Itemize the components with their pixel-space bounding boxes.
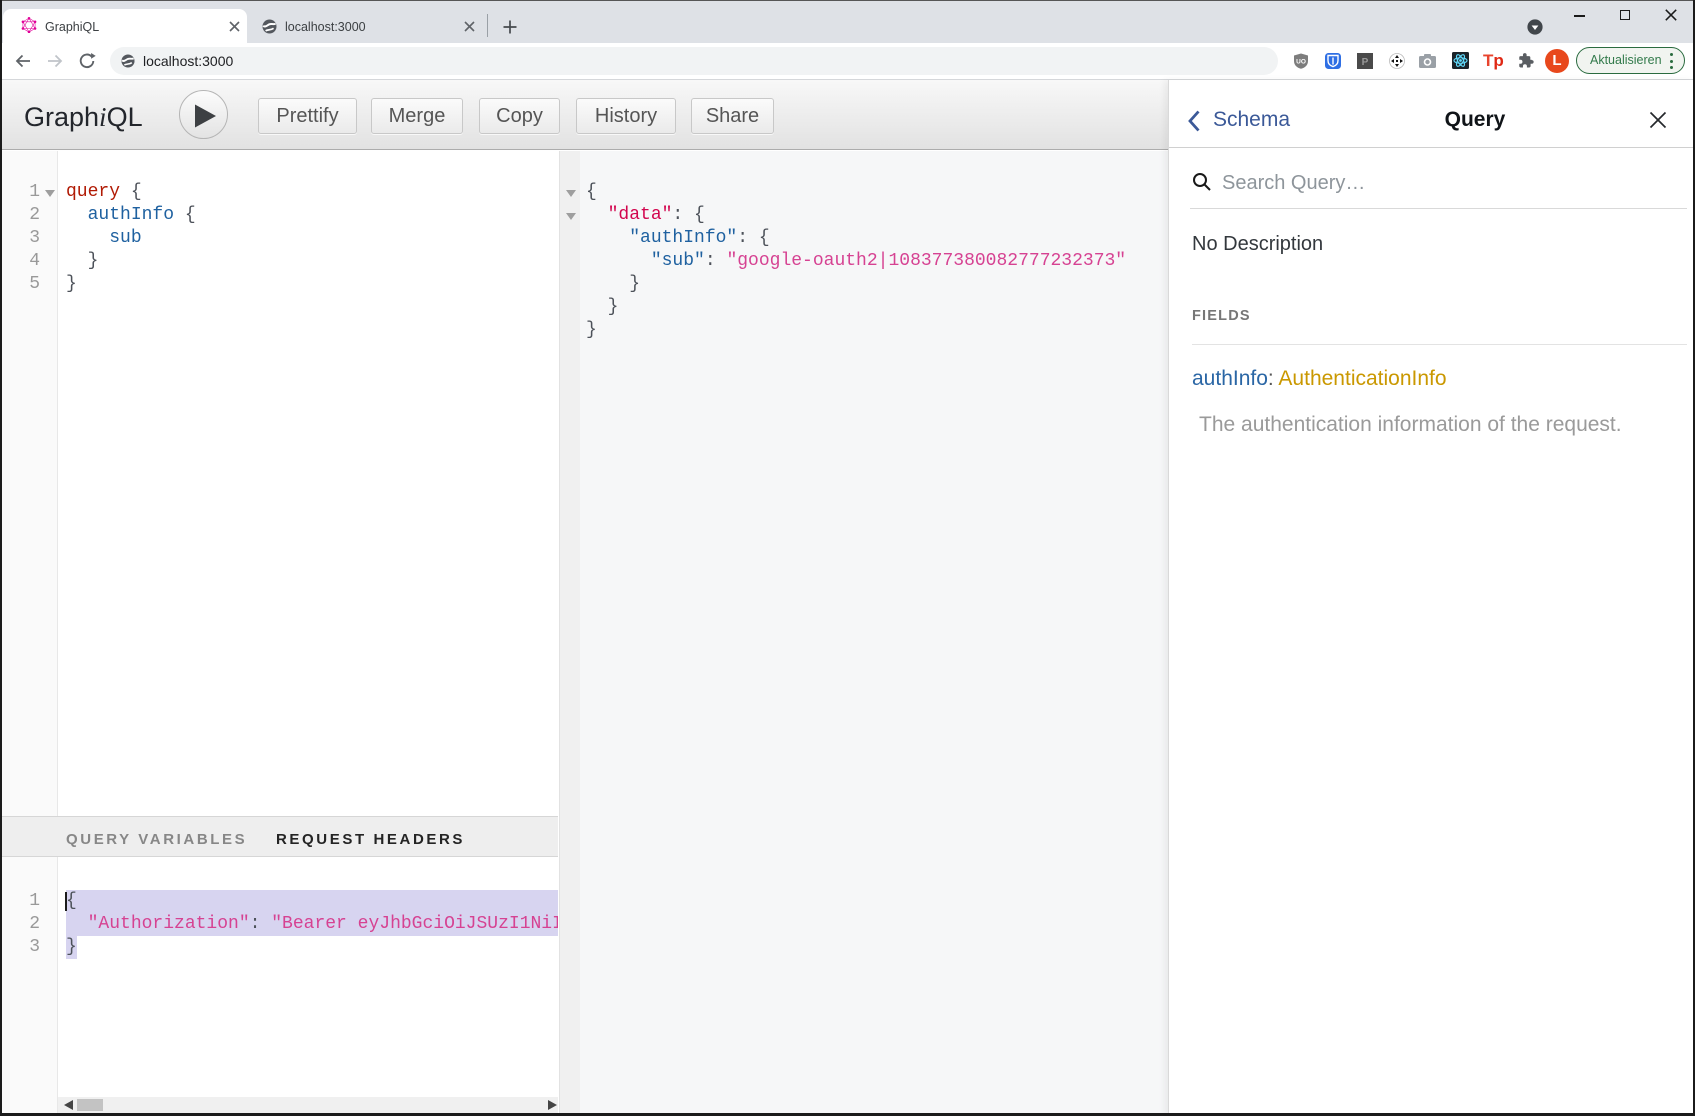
svg-text:P: P [1362,57,1369,68]
svg-text:UO: UO [1296,59,1306,66]
